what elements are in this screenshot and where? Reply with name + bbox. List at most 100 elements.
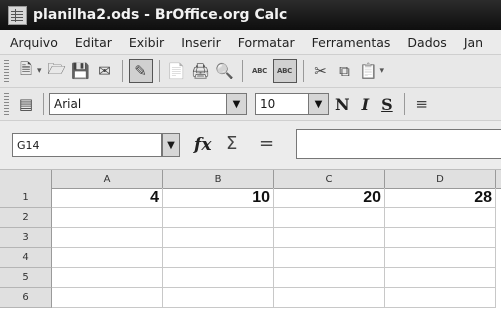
column-header-row: A B C D <box>0 170 501 189</box>
function-button[interactable]: = <box>259 133 274 154</box>
toolbar-grip[interactable] <box>4 60 9 82</box>
name-box[interactable]: G14 <box>12 133 162 157</box>
cell-d5[interactable] <box>385 268 496 288</box>
menu-janela[interactable]: Jan <box>454 35 490 50</box>
row-header[interactable]: 4 <box>0 248 52 268</box>
column-header-d[interactable]: D <box>385 170 496 188</box>
menu-formatar[interactable]: Formatar <box>228 35 302 50</box>
formula-bar: G14 ▼ fx Σ = <box>0 121 501 170</box>
spellcheck-label: ABC <box>252 67 268 75</box>
align-left-icon[interactable]: ≡ <box>411 93 433 115</box>
cell-c4[interactable] <box>274 248 385 268</box>
export-pdf-icon[interactable]: 📄 <box>166 60 188 82</box>
save-icon[interactable]: 💾 <box>70 60 92 82</box>
open-folder-icon[interactable]: 🗁 <box>46 60 68 82</box>
cell-a1[interactable]: 4 <box>52 188 163 208</box>
cell-b2[interactable] <box>163 208 274 228</box>
toolbar-separator <box>158 60 160 82</box>
column-header-b[interactable]: B <box>163 170 274 188</box>
formula-input[interactable] <box>296 129 501 159</box>
cell-c5[interactable] <box>274 268 385 288</box>
cell-a5[interactable] <box>52 268 163 288</box>
new-dropdown-icon[interactable]: ▾ <box>37 66 42 76</box>
italic-button[interactable]: I <box>362 95 369 114</box>
cell-a2[interactable] <box>52 208 163 228</box>
print-icon[interactable]: 🖨 <box>190 60 212 82</box>
row-header[interactable]: 1 <box>0 188 52 208</box>
row-header[interactable]: 5 <box>0 268 52 288</box>
title-bar: planilha2.ods - BrOffice.org Calc <box>0 0 501 30</box>
cell-b1[interactable]: 10 <box>163 188 274 208</box>
cut-icon[interactable]: ✂ <box>310 60 332 82</box>
menu-arquivo[interactable]: Arquivo <box>0 35 65 50</box>
cell-c3[interactable] <box>274 228 385 248</box>
copy-icon[interactable]: ⧉ <box>334 60 356 82</box>
cell-d1[interactable]: 28 <box>385 188 496 208</box>
paste-dropdown-icon[interactable]: ▾ <box>380 66 385 76</box>
paste-icon[interactable]: 📋 <box>358 60 380 82</box>
autospellcheck-icon[interactable]: ABC <box>272 59 297 83</box>
autospell-label: ABC <box>277 67 293 75</box>
cell-b5[interactable] <box>163 268 274 288</box>
toolbar-separator <box>43 93 44 115</box>
table-row: 2 <box>0 208 501 228</box>
row-header[interactable]: 3 <box>0 228 52 248</box>
cell-a4[interactable] <box>52 248 163 268</box>
print-preview-icon[interactable]: 🔍 <box>214 60 236 82</box>
table-row: 3 <box>0 228 501 248</box>
sheet-grid: A B C D 1 4 10 20 28 2 3 4 5 6 <box>0 170 501 328</box>
bold-button[interactable]: N <box>335 95 350 114</box>
cell-a3[interactable] <box>52 228 163 248</box>
menu-exibir[interactable]: Exibir <box>119 35 171 50</box>
column-header-a[interactable]: A <box>52 170 163 188</box>
cell-c1[interactable]: 20 <box>274 188 385 208</box>
sum-button[interactable]: Σ <box>226 133 237 154</box>
cell-b6[interactable] <box>163 288 274 308</box>
cell-a6[interactable] <box>52 288 163 308</box>
table-row: 6 <box>0 288 501 308</box>
cell-d2[interactable] <box>385 208 496 228</box>
spreadsheet-app-icon <box>8 5 27 25</box>
font-size-combo[interactable]: 10 <box>255 93 309 115</box>
cell-c6[interactable] <box>274 288 385 308</box>
toolbar-separator <box>121 60 123 82</box>
name-box-dropdown-icon[interactable]: ▼ <box>162 133 180 157</box>
column-header-c[interactable]: C <box>274 170 385 188</box>
toolbar-separator <box>403 93 405 115</box>
select-all-corner[interactable] <box>0 170 52 188</box>
font-name-combo[interactable]: Arial <box>49 93 227 115</box>
row-header[interactable]: 6 <box>0 288 52 308</box>
menu-bar: Arquivo Editar Exibir Inserir Formatar F… <box>0 30 501 55</box>
toolbar-separator <box>302 60 304 82</box>
cell-d3[interactable] <box>385 228 496 248</box>
function-wizard-button[interactable]: fx <box>194 135 211 155</box>
cell-d4[interactable] <box>385 248 496 268</box>
menu-editar[interactable]: Editar <box>65 35 119 50</box>
cell-d6[interactable] <box>385 288 496 308</box>
table-row: 4 <box>0 248 501 268</box>
formatting-toolbar: ▤ Arial ▼ 10 ▼ N I S ≡ <box>0 88 501 121</box>
menu-ferramentas[interactable]: Ferramentas <box>302 35 398 50</box>
cell-b3[interactable] <box>163 228 274 248</box>
standard-toolbar: 🗎 ▾ 🗁 💾 ✉ ✎ 📄 🖨 🔍 ABC ABC ✂ ⧉ 📋 ▾ <box>0 55 501 88</box>
table-row: 1 4 10 20 28 <box>0 188 501 208</box>
email-icon[interactable]: ✉ <box>94 60 116 82</box>
cell-b4[interactable] <box>163 248 274 268</box>
spellcheck-icon[interactable]: ABC <box>249 60 271 82</box>
toolbar-separator <box>241 60 243 82</box>
styles-icon[interactable]: ▤ <box>15 93 37 115</box>
table-row: 5 <box>0 268 501 288</box>
row-header[interactable]: 2 <box>0 208 52 228</box>
font-name-dropdown-icon[interactable]: ▼ <box>227 93 247 115</box>
calc-window: planilha2.ods - BrOffice.org Calc Arquiv… <box>0 0 501 328</box>
edit-file-icon[interactable]: ✎ <box>128 59 153 83</box>
toolbar-grip[interactable] <box>4 93 9 115</box>
menu-dados[interactable]: Dados <box>397 35 453 50</box>
column-header-e[interactable] <box>496 170 501 188</box>
menu-inserir[interactable]: Inserir <box>171 35 228 50</box>
new-document-icon[interactable]: 🗎 <box>15 60 37 82</box>
font-size-dropdown-icon[interactable]: ▼ <box>309 93 329 115</box>
cell-c2[interactable] <box>274 208 385 228</box>
window-title: planilha2.ods - BrOffice.org Calc <box>33 7 288 23</box>
underline-button[interactable]: S <box>381 95 393 114</box>
